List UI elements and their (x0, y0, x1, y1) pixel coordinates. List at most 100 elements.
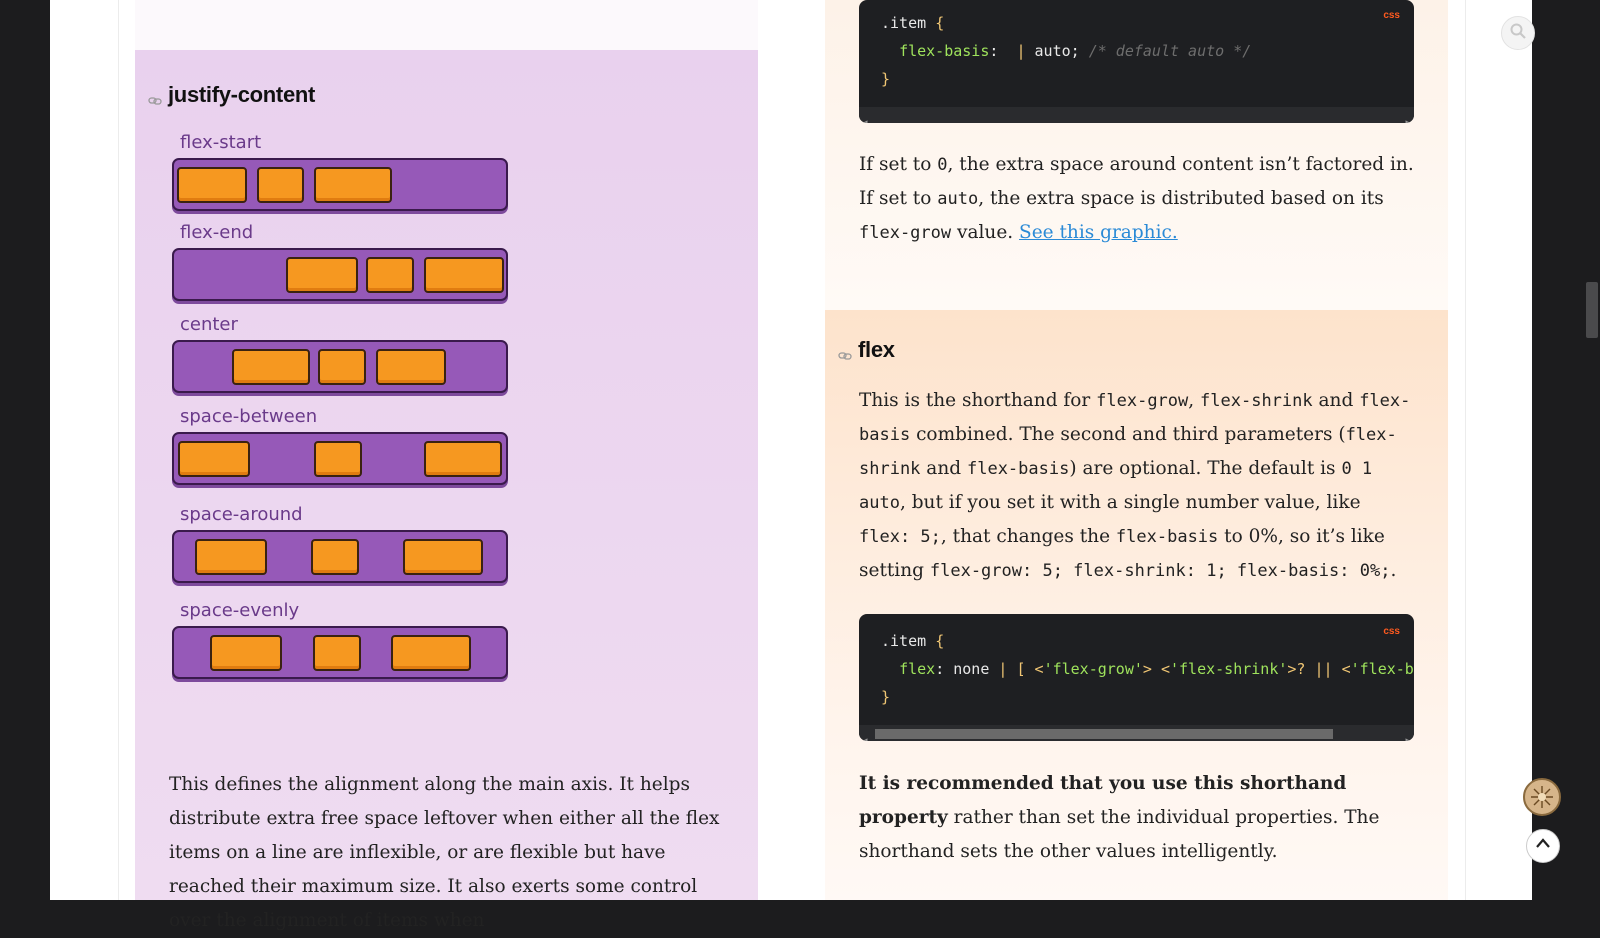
justify-content-heading: justify-content (148, 82, 315, 108)
flex-container-center (172, 340, 508, 393)
code-brace: { (935, 14, 945, 32)
right-column-border (1465, 0, 1466, 900)
code-brace: } (881, 70, 891, 88)
scroll-left-icon[interactable]: ◂ (863, 727, 868, 741)
search-button[interactable] (1501, 16, 1535, 50)
code-string: 'flex-grow' (1043, 660, 1143, 678)
code-language-badge: css (1383, 626, 1400, 637)
flex-item (318, 349, 366, 385)
link-icon[interactable] (148, 88, 162, 105)
code-separator: | (998, 660, 1008, 678)
flex-item (424, 441, 502, 477)
code-brace: { (935, 632, 945, 650)
search-icon (1510, 23, 1526, 43)
code-colon: : (989, 42, 999, 60)
inline-code: flex-grow (1096, 391, 1189, 411)
code-separator: || (1314, 660, 1333, 678)
flex-item (314, 441, 362, 477)
text-span: and (920, 458, 967, 479)
flex-item (314, 167, 392, 203)
flex-item (366, 257, 414, 293)
code-horizontal-scrollbar[interactable]: ◂ ▸ (859, 725, 1414, 741)
code-angle: < (1160, 660, 1170, 678)
flex-item (376, 349, 446, 385)
row-label-flex-end: flex-end (180, 222, 254, 243)
text-span: value. (951, 222, 1020, 243)
inline-code: auto (937, 189, 979, 209)
code-string: 'flex-bas (1350, 660, 1414, 678)
text-span: , the extra space is distributed based o… (978, 188, 1384, 209)
text-span: This is the shorthand for (859, 390, 1097, 411)
inline-code: flex-grow: 5; flex-shrink: 1; flex-basis… (929, 561, 1391, 581)
inline-code: flex-basis (1115, 527, 1219, 547)
text-span: combined. The second and third parameter… (910, 424, 1346, 445)
flex-container-space-between (172, 432, 508, 485)
text-span: . (1390, 560, 1397, 581)
scroll-left-icon[interactable]: ◂ (863, 109, 868, 123)
code-comment: /* default auto */ (1088, 42, 1252, 60)
flex-code-block: css .item { flex: none | [ <'flex-grow'>… (859, 614, 1414, 741)
cookie-settings-button[interactable] (1523, 778, 1561, 816)
code-angle: < (1341, 660, 1351, 678)
text-span: If set to (859, 154, 938, 175)
flex-item (195, 539, 267, 575)
flex-heading: flex (838, 337, 895, 363)
flex-basis-description: If set to 0, the extra space around cont… (859, 148, 1414, 250)
code-angle: < (1034, 660, 1044, 678)
previous-card-bottom (135, 0, 758, 50)
heading-text: justify-content (168, 82, 316, 107)
scroll-right-icon[interactable]: ▸ (1405, 109, 1410, 123)
code-string: 'flex-shrink' (1170, 660, 1288, 678)
code-bracket: [ (1016, 660, 1026, 678)
row-label-space-evenly: space-evenly (180, 600, 300, 621)
inline-code: flex: 5; (859, 527, 941, 547)
flex-item (177, 167, 247, 203)
chevron-up-icon (1534, 835, 1552, 857)
flex-recommendation: It is recommended that you use this shor… (859, 767, 1414, 869)
flex-item (286, 257, 358, 293)
code-selector: .item (881, 14, 927, 32)
flex-item (424, 257, 504, 293)
left-column-border (118, 0, 119, 900)
code-angle: >? (1287, 660, 1306, 678)
cookie-icon (1525, 786, 1559, 818)
flex-basis-code-block: css .item { flex-basis: | auto; /* defau… (859, 0, 1414, 123)
flex-container-space-evenly (172, 626, 508, 679)
flex-container-flex-start (172, 158, 508, 211)
code-property: flex-basis (899, 42, 990, 60)
justify-content-description: This defines the alignment along the mai… (169, 774, 720, 931)
row-label-center: center (180, 314, 238, 335)
page-scroll-thumb[interactable] (1586, 282, 1598, 338)
code-brace: } (881, 688, 891, 706)
inline-code: flex-shrink (1200, 391, 1313, 411)
link-icon[interactable] (838, 343, 852, 360)
flex-item (232, 349, 310, 385)
row-label-flex-start: flex-start (180, 132, 262, 153)
scroll-right-icon[interactable]: ▸ (1405, 727, 1410, 741)
flex-container-flex-end (172, 248, 508, 301)
flex-item (210, 635, 282, 671)
code-separator: | (1016, 42, 1026, 60)
inline-code: flex-basis (966, 459, 1070, 479)
text-span: , (1188, 390, 1201, 411)
text-span: , that changes the (940, 526, 1116, 547)
row-label-space-around: space-around (180, 504, 303, 525)
code-angle: > (1142, 660, 1152, 678)
text-span: , but if you set it with a single number… (899, 492, 1361, 513)
code-value: auto; (1034, 42, 1080, 60)
inline-code: 0 (937, 155, 948, 175)
code-scroll-thumb[interactable] (875, 729, 1333, 739)
back-to-top-button[interactable] (1526, 829, 1560, 863)
code-horizontal-scrollbar[interactable]: ◂ ▸ (859, 107, 1414, 123)
flex-item (257, 167, 304, 203)
flex-container-space-around (172, 530, 508, 583)
code-value: none (953, 660, 990, 678)
flex-item (403, 539, 483, 575)
page-scrollbar[interactable] (1582, 0, 1600, 900)
row-label-space-between: space-between (180, 406, 318, 427)
code-property: flex (899, 660, 936, 678)
flex-description: This is the shorthand for flex-grow, fle… (859, 384, 1414, 588)
see-this-graphic-link[interactable]: See this graphic. (1019, 222, 1178, 243)
flex-item (313, 635, 361, 671)
heading-text: flex (858, 337, 895, 362)
